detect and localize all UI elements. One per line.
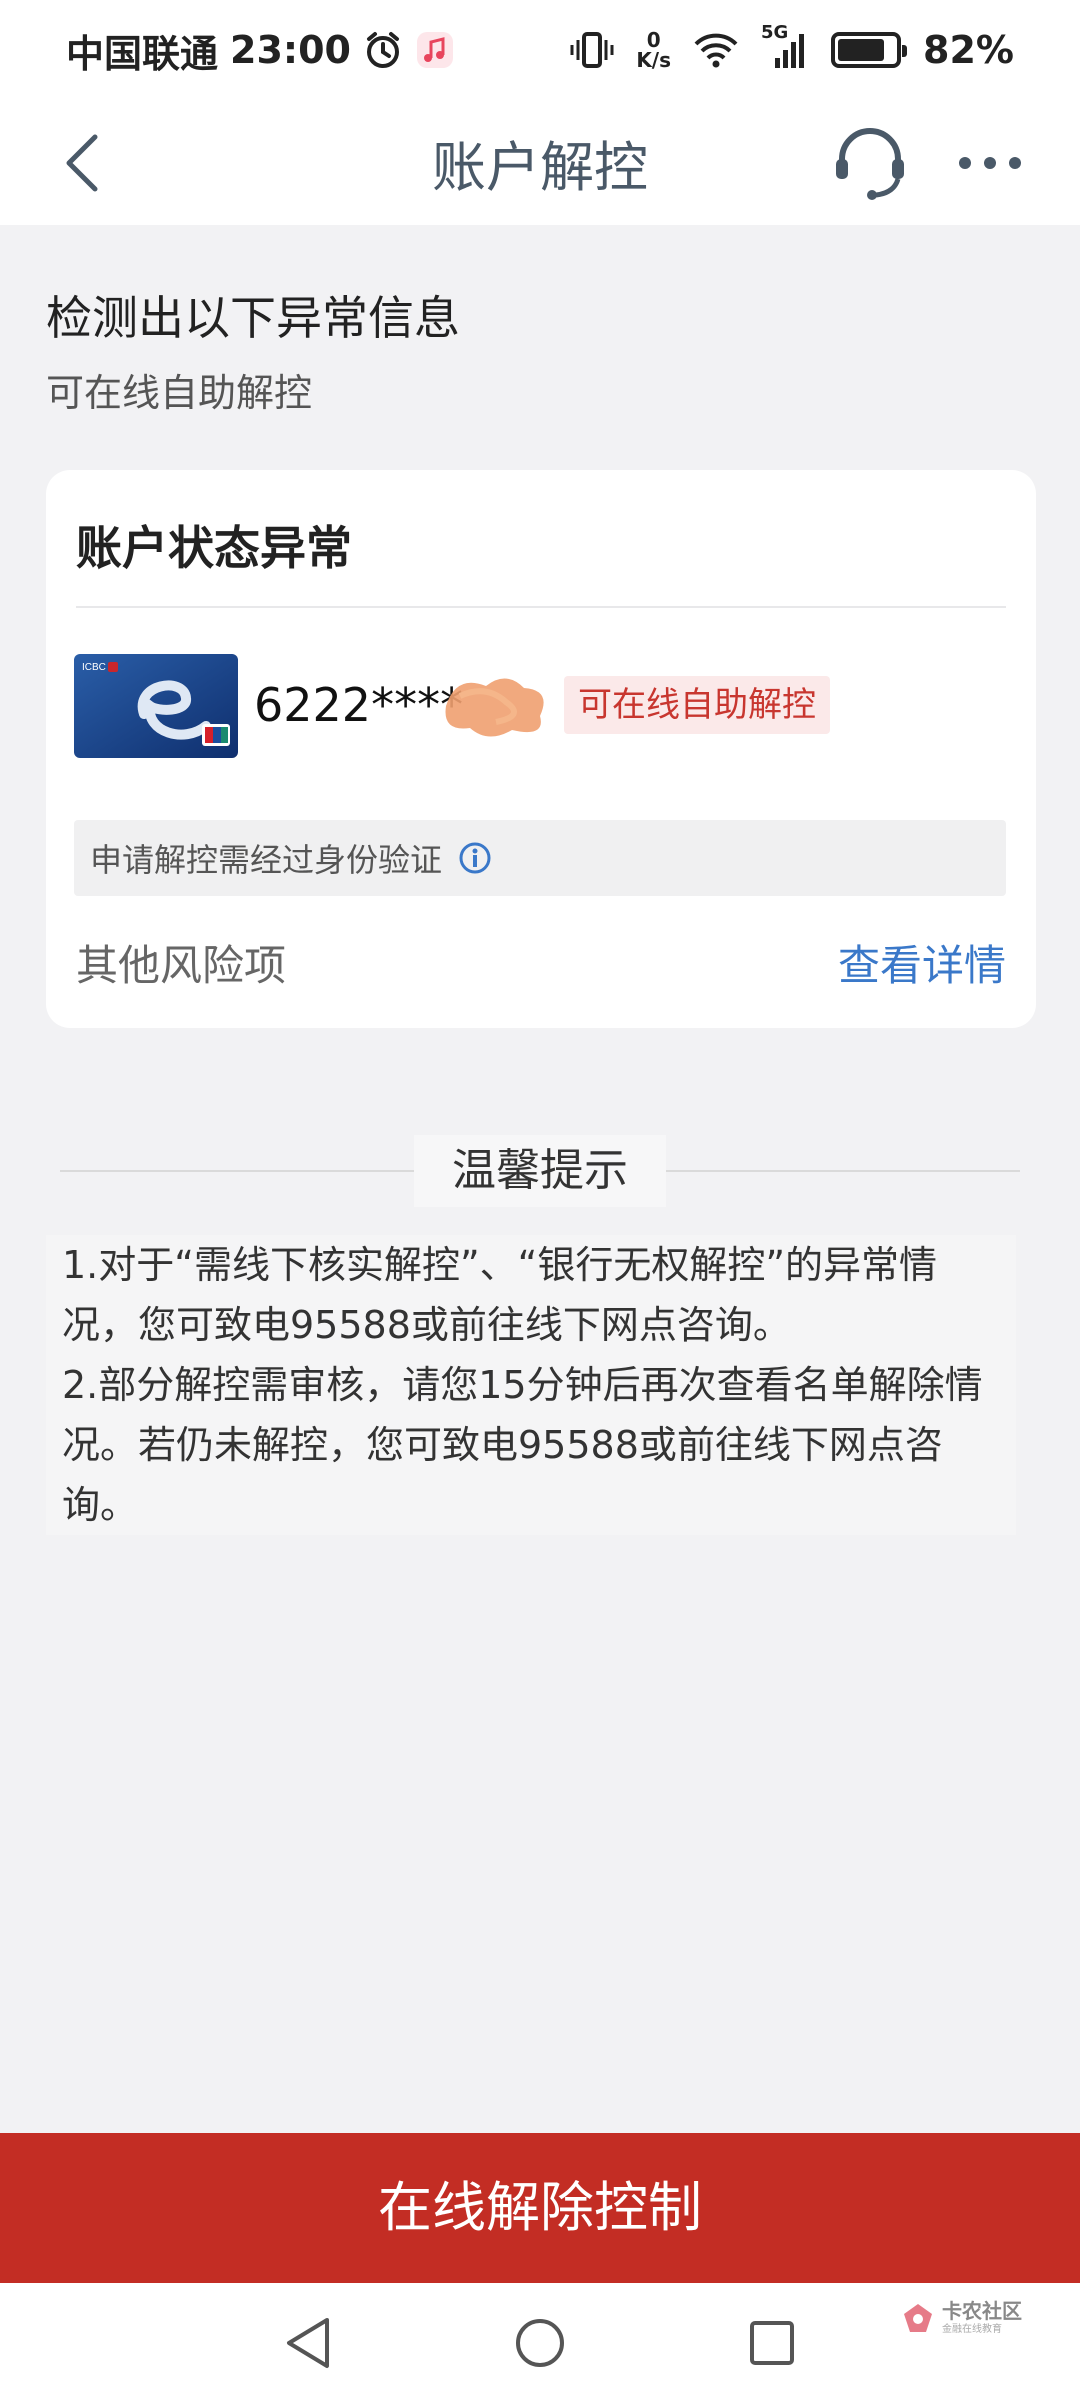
card-number: 6222**** [254, 678, 464, 732]
tip-item-1: 1.对于“需线下核实解控”、“银行无权解控”的异常情况，您可致电95588或前往… [62, 1243, 938, 1347]
detect-title: 检测出以下异常信息 [46, 291, 460, 345]
network-type-label: 5G [761, 22, 789, 43]
vibrate-icon [570, 30, 614, 70]
card-title: 账户状态异常 [76, 521, 352, 575]
verify-note: 申请解控需经过身份验证 [90, 841, 443, 879]
customer-service-button[interactable] [830, 120, 910, 205]
nav-bar: 账户解控 [0, 100, 1080, 225]
net-speed: 0 K/s [636, 30, 671, 70]
more-button[interactable] [955, 130, 1025, 195]
detect-subtitle: 可在线自助解控 [46, 371, 313, 415]
status-right: 0 K/s 5G 82% [570, 22, 1014, 72]
card-brand-text: ICBC [82, 662, 106, 673]
watermark: 卡农社区 金融在线教育 [900, 2300, 1022, 2336]
other-risk-label: 其他风险项 [76, 941, 287, 990]
more-icon [959, 156, 1021, 169]
system-recents-button[interactable] [742, 2313, 802, 2373]
watermark-logo [904, 2304, 932, 2332]
status-left: 中国联通 23:00 [66, 23, 455, 78]
tips-body: 1.对于“需线下核实解控”、“银行无权解控”的异常情况，您可致电95588或前往… [46, 1235, 1016, 1535]
watermark-main: 卡农社区 [942, 2299, 1022, 2323]
net-speed-value: 0 [646, 28, 661, 52]
watermark-text: 卡农社区 金融在线教育 [942, 2301, 1022, 2335]
online-unlock-button[interactable]: 在线解除控制 [0, 2133, 1080, 2283]
headset-icon [836, 127, 904, 200]
battery-icon [831, 32, 908, 68]
watermark-sub: 金融在线教育 [942, 2324, 1002, 2335]
bank-card-image: ICBC [74, 654, 238, 758]
net-speed-unit: K/s [636, 48, 672, 72]
status-bar: 中国联通 23:00 0 K/s 5G 82% [0, 0, 1080, 100]
music-icon [415, 30, 455, 70]
clock-label: 23:00 [230, 28, 351, 72]
verify-note-box: 申请解控需经过身份验证 [74, 820, 1006, 896]
battery-percent: 82% [923, 28, 1014, 72]
signal-icon: 5G [761, 22, 809, 70]
system-back-button[interactable] [278, 2313, 338, 2373]
page-title: 账户解控 [432, 136, 648, 199]
system-home-button[interactable] [510, 2313, 570, 2373]
tip-item-2: 2.部分解控需审核，请您15分钟后再次查看名单解除情况。若仍未解控，您可致电95… [62, 1363, 983, 1527]
battery-level-fill [838, 39, 884, 61]
status-tag: 可在线自助解控 [564, 676, 830, 734]
tips-divider-right [666, 1170, 1020, 1172]
page: 中国联通 23:00 0 K/s 5G 82% 账户解控 检测出以下异常信息 可… [0, 0, 1080, 2400]
tips-divider-left [60, 1170, 414, 1172]
info-icon[interactable] [458, 841, 492, 875]
alarm-icon [363, 30, 403, 70]
carrier-label: 中国联通 [66, 31, 219, 76]
view-details-link[interactable]: 查看详情 [838, 932, 1006, 993]
card-divider [76, 606, 1006, 608]
home-circle-icon [516, 2319, 564, 2367]
redaction-scribble [436, 666, 556, 744]
account-status-card: 账户状态异常 ICBC 6222**** 可在线自助解控 申请解控需经过身份验证… [46, 470, 1036, 1028]
recents-square-icon [750, 2321, 794, 2365]
wifi-icon [693, 32, 739, 68]
nav-back-triangle-icon [287, 2318, 329, 2368]
tips-title: 温馨提示 [414, 1135, 666, 1207]
